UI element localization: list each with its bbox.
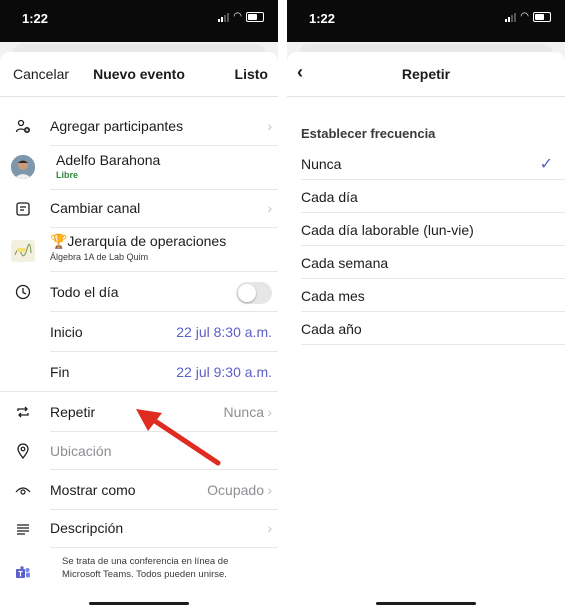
location-pin-icon (14, 442, 32, 460)
channel-avatar-icon (11, 240, 35, 262)
battery-icon (533, 12, 551, 22)
change-channel-row[interactable]: Cambiar canal › (0, 190, 278, 228)
channel-subtitle: Álgebra 1A de Lab Quim (50, 252, 149, 262)
frequency-option-label: Cada año (301, 321, 362, 337)
frequency-option-label: Cada día laborable (lun-vie) (301, 222, 474, 238)
nav-bar: ‹ Repetir (287, 52, 565, 97)
frequency-option[interactable]: Nunca ✓ (287, 148, 565, 180)
start-value[interactable]: 22 jul 8:30 a.m. (176, 324, 272, 340)
nav-bar: Cancelar Nuevo evento Listo (0, 52, 278, 97)
repeat-sheet: ‹ Repetir Establecer frecuencia Nunca ✓ Ca… (287, 52, 565, 605)
battery-icon (246, 12, 264, 22)
clock-icon (14, 283, 32, 301)
chevron-right-icon: › (267, 200, 272, 216)
show-as-row[interactable]: Mostrar como Ocupado › (0, 470, 278, 510)
frequency-option-label: Cada día (301, 189, 358, 205)
all-day-toggle[interactable] (236, 282, 272, 304)
teams-note-row: Se trata de una conferencia en línea de … (0, 552, 278, 592)
all-day-label: Todo el día (50, 284, 119, 300)
checkmark-icon: ✓ (539, 156, 553, 173)
description-row[interactable]: Descripción › (0, 510, 278, 548)
frequency-option[interactable]: Cada semana (287, 247, 565, 279)
frequency-option-label: Cada semana (301, 255, 389, 271)
description-label: Descripción (50, 520, 124, 536)
participant-row[interactable]: Adelfo Barahona Libre (0, 146, 278, 190)
event-sheet: Cancelar Nuevo evento Listo Agregar part… (0, 52, 278, 605)
show-as-value: Ocupado (207, 482, 264, 498)
status-time: 1:22 (309, 11, 336, 26)
frequency-option[interactable]: Cada mes (287, 280, 565, 312)
wifi-icon: ◠ (233, 11, 242, 22)
channel-row[interactable]: 🏆Jerarquía de operaciones Álgebra 1A de … (0, 228, 278, 272)
teams-logo-icon (14, 564, 32, 582)
start-row[interactable]: Inicio 22 jul 8:30 a.m. (0, 312, 278, 352)
repeat-value: Nunca (223, 404, 264, 420)
section-header: Establecer frecuencia (301, 126, 436, 141)
divider (301, 311, 565, 312)
divider (301, 344, 565, 345)
text-lines-icon (14, 520, 32, 538)
location-input[interactable]: Ubicación (50, 443, 111, 459)
new-event-screen: 1:22 ◠ Cancelar Nuevo evento Listo Agreg… (0, 0, 278, 605)
divider (50, 547, 278, 548)
channel-name: 🏆Jerarquía de operaciones (50, 233, 227, 249)
divider (301, 212, 565, 213)
teams-note-line1: Se trata de una conferencia en línea de (62, 556, 229, 567)
wifi-icon: ◠ (520, 11, 529, 22)
start-label: Inicio (50, 324, 83, 340)
show-as-label: Mostrar como (50, 482, 136, 498)
end-label: Fin (50, 364, 70, 380)
repeat-label: Repetir (50, 404, 96, 420)
frequency-option[interactable]: Cada día (287, 181, 565, 213)
chevron-right-icon: › (267, 118, 272, 134)
divider (301, 179, 565, 180)
repeat-icon (14, 403, 32, 421)
add-person-icon (14, 118, 32, 136)
signal-icon (505, 12, 517, 22)
status-bar: 1:22 ◠ (0, 0, 278, 42)
frequency-option[interactable]: Cada año (287, 313, 565, 345)
change-channel-label: Cambiar canal (50, 200, 141, 216)
frequency-option[interactable]: Cada día laborable (lun-vie) (287, 214, 565, 246)
repeat-screen: 1:22 ◠ ‹ Repetir Establecer frecuencia N… (287, 0, 565, 605)
frequency-option-label: Nunca (301, 156, 342, 172)
eye-icon (14, 481, 32, 499)
chevron-right-icon: › (267, 482, 272, 498)
add-participants-label: Agregar participantes (50, 118, 184, 134)
participant-name: Adelfo Barahona (56, 152, 161, 168)
cancel-button[interactable]: Cancelar (13, 66, 69, 82)
done-button[interactable]: Listo (235, 66, 268, 82)
chevron-right-icon: › (267, 520, 272, 536)
annotation-arrow-icon (136, 409, 221, 466)
back-chevron-icon[interactable]: ‹ (297, 62, 303, 83)
channel-icon (14, 200, 32, 218)
status-bar: 1:22 ◠ (287, 0, 565, 42)
page-title: Repetir (401, 66, 451, 82)
participant-status: Libre (56, 170, 79, 180)
all-day-row: Todo el día (0, 272, 278, 312)
avatar (11, 155, 35, 179)
end-row[interactable]: Fin 22 jul 9:30 a.m. (0, 352, 278, 392)
status-time: 1:22 (22, 11, 49, 26)
teams-note-line2: Microsoft Teams. Todos pueden unirse. (62, 569, 227, 580)
frequency-option-label: Cada mes (301, 288, 365, 304)
signal-icon (218, 12, 230, 22)
divider (301, 245, 565, 246)
end-value[interactable]: 22 jul 9:30 a.m. (176, 364, 272, 380)
add-participants-row[interactable]: Agregar participantes › (0, 108, 278, 146)
divider (301, 278, 565, 279)
status-icons: ◠ (505, 12, 551, 22)
chevron-right-icon: › (267, 404, 272, 420)
status-icons: ◠ (218, 12, 264, 22)
